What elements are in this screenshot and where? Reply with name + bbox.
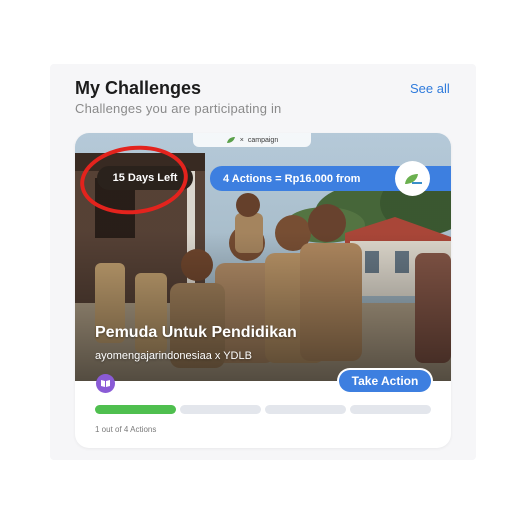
progress-segment: [180, 405, 261, 414]
progress-segment: [350, 405, 431, 414]
leaf-icon: [226, 137, 235, 143]
progress-segment: [265, 405, 346, 414]
section-subtitle: Challenges you are participating in: [75, 101, 282, 116]
action-progress-bar: [95, 405, 431, 414]
partner-strip: × campaign: [193, 133, 311, 147]
book-icon: [96, 374, 115, 393]
see-all-link[interactable]: See all: [410, 81, 450, 96]
progress-segment: [95, 405, 176, 414]
leaf-logo-icon: [397, 163, 428, 194]
campaign-owner: ayomengajarindonesiaa x YDLB: [95, 350, 252, 362]
partner-name: campaign: [247, 136, 279, 144]
progress-label: 1 out of 4 Actions: [95, 425, 157, 434]
campaign-title: Pemuda Untuk Pendidikan: [95, 324, 297, 341]
take-action-button[interactable]: Take Action: [339, 370, 431, 392]
section-title: My Challenges: [75, 78, 202, 98]
partner-separator: ×: [239, 136, 244, 144]
challenge-card[interactable]: × campaign 15 Days Left 4 Actions = Rp16…: [75, 133, 451, 448]
